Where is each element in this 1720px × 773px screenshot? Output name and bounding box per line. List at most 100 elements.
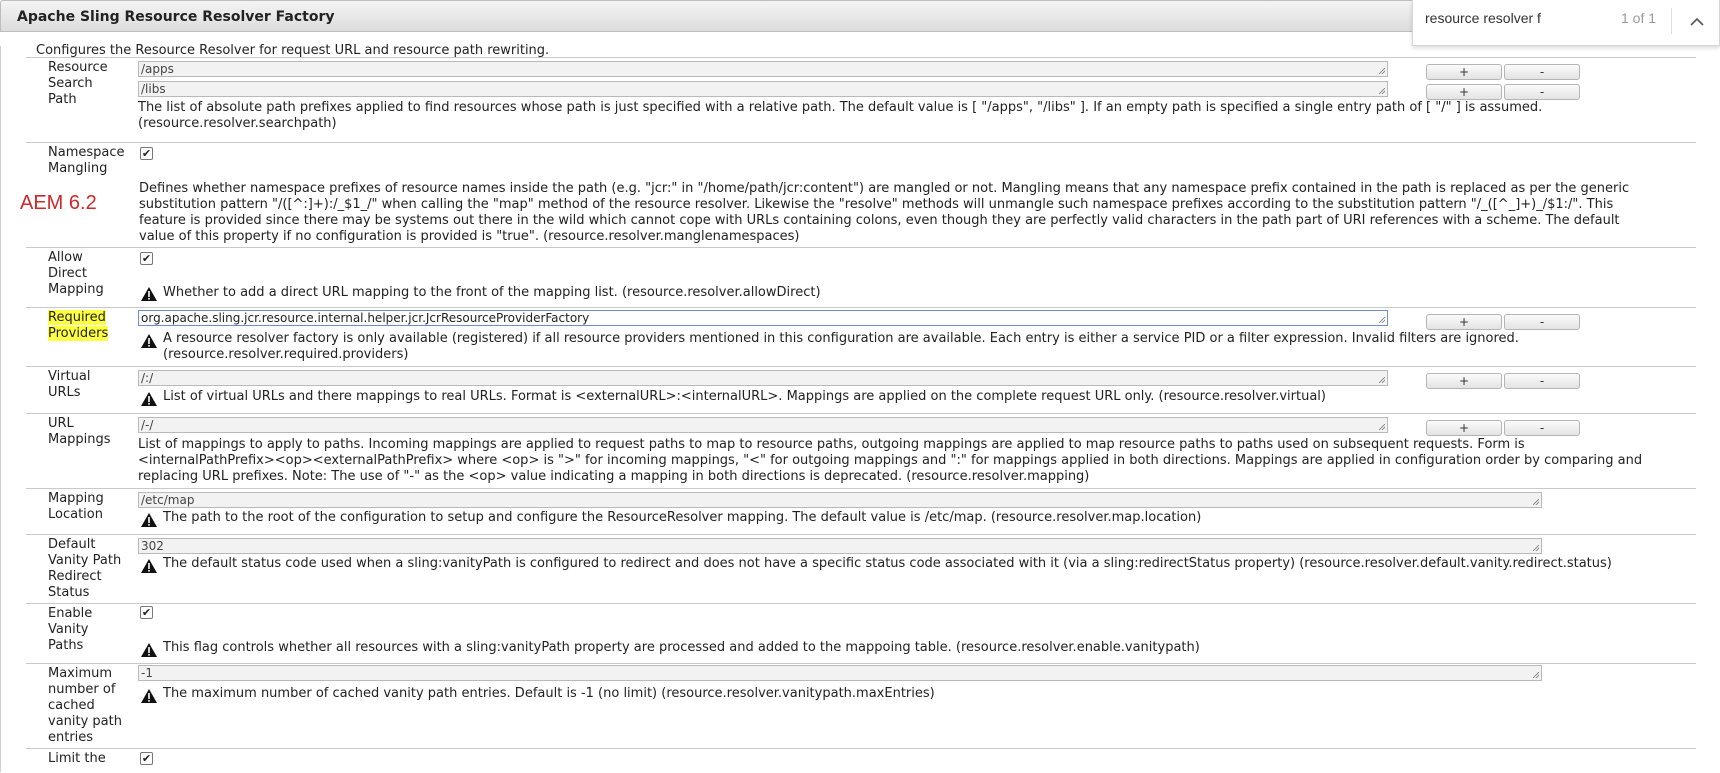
label-line: Maximum (48, 666, 113, 681)
label-line: cached (48, 698, 95, 713)
label-line: Mapping (48, 491, 104, 506)
panel-titlebar[interactable]: Apache Sling Resource Resolver Factory (0, 0, 1426, 32)
label-line: Mangling (48, 161, 108, 176)
row-vanity-redirect-status: Default Vanity Path Redirect Status 302 … (26, 534, 1696, 602)
label-line: Required (48, 310, 106, 325)
add-button[interactable]: + (1426, 84, 1502, 100)
label-mapping-location: Mapping Location (48, 491, 134, 523)
panel-left-border (0, 46, 1, 772)
max-vanity-field[interactable]: -1 (138, 665, 1542, 681)
row-allow-direct-mapping: Allow Direct Mapping ✔ Whether to add a … (26, 247, 1696, 304)
label-line: Vanity (48, 622, 89, 637)
label-line: Virtual (48, 369, 91, 384)
help-line: value of this property if no configurati… (139, 229, 800, 244)
label-line: Path (48, 92, 77, 107)
add-button[interactable]: + (1426, 373, 1502, 389)
help-required-providers: A resource resolver factory is only avai… (163, 331, 1693, 363)
remove-button[interactable]: - (1504, 373, 1580, 389)
find-input[interactable]: resource resolver f (1425, 10, 1541, 26)
warning-icon (140, 391, 158, 407)
help-line: feature is provided since there may be s… (139, 213, 1620, 228)
enable-vanity-checkbox[interactable]: ✔ (140, 606, 153, 619)
remove-button[interactable]: - (1504, 420, 1580, 436)
required-providers-field[interactable]: org.apache.sling.jcr.resource.internal.h… (138, 310, 1388, 326)
warning-icon (140, 688, 158, 704)
label-line: Mapping (48, 282, 104, 297)
help-line: (resource.resolver.searchpath) (138, 116, 337, 131)
help-virtual-urls: List of virtual URLs and there mappings … (163, 389, 1326, 404)
row-virtual-urls: Virtual URLs /:/ + - List of virtual URL… (26, 366, 1696, 411)
label-enable-vanity-paths: Enable Vanity Paths (48, 606, 134, 654)
help-search-path: The list of absolute path prefixes appli… (138, 100, 1688, 132)
remove-button[interactable]: - (1504, 314, 1580, 330)
help-line: <internalPathPrefix><op><externalPathPre… (138, 453, 1643, 468)
limit-checkbox[interactable]: ✔ (140, 752, 153, 765)
url-mappings-field[interactable]: /-/ (138, 417, 1388, 433)
help-line: (resource.resolver.required.providers) (163, 347, 409, 362)
label-line: Providers (48, 326, 109, 341)
label-line: Namespace (48, 145, 125, 160)
add-button[interactable]: + (1426, 64, 1502, 80)
mapping-location-field[interactable]: /etc/map (138, 492, 1542, 508)
label-line: Status (48, 585, 90, 600)
help-line: Defines whether namespace prefixes of re… (139, 181, 1630, 196)
row-namespace-mangling: Namespace Mangling ✔ Defines whether nam… (26, 142, 1696, 245)
help-vanity-redirect: The default status code used when a slin… (163, 556, 1612, 571)
panel-description: Configures the Resource Resolver for req… (36, 43, 550, 58)
warning-icon (140, 333, 158, 349)
panel-title: Apache Sling Resource Resolver Factory (17, 9, 335, 25)
label-limit: Limit the (48, 751, 134, 767)
label-resource-search-path: Resource Search Path (48, 60, 134, 108)
label-line: URL (48, 416, 74, 431)
label-url-mappings: URL Mappings (48, 416, 134, 448)
label-line: Resource (48, 60, 108, 75)
help-line: substitution pattern "/([^:]+):/_$1_/" w… (139, 197, 1614, 212)
virtual-urls-field[interactable]: /:/ (138, 370, 1388, 386)
label-line: Limit the (48, 751, 106, 766)
help-line: A resource resolver factory is only avai… (163, 331, 1519, 346)
help-url-mappings: List of mappings to apply to paths. Inco… (138, 437, 1708, 485)
help-mapping-location: The path to the root of the configuratio… (163, 510, 1202, 525)
label-line: Location (48, 507, 103, 522)
label-max-vanity-entries: Maximum number of cached vanity path ent… (48, 666, 134, 746)
help-line: replacing URL prefixes. Note: The use of… (138, 469, 1090, 484)
label-line: Allow (48, 250, 83, 265)
warning-icon (140, 286, 158, 302)
label-namespace-mangling: Namespace Mangling (48, 145, 134, 177)
vanity-redirect-field[interactable]: 302 (138, 538, 1542, 554)
row-limit: Limit the ✔ (26, 748, 1696, 773)
namespace-mangling-checkbox[interactable]: ✔ (140, 147, 153, 160)
label-required-providers: Required Providers (48, 310, 134, 342)
help-allow-direct: Whether to add a direct URL mapping to t… (163, 285, 821, 300)
find-divider (1671, 8, 1672, 34)
help-line: The list of absolute path prefixes appli… (138, 100, 1543, 115)
help-namespace-mangling: Defines whether namespace prefixes of re… (139, 181, 1709, 245)
remove-button[interactable]: - (1504, 84, 1580, 100)
label-line: vanity path (48, 714, 122, 729)
label-line: entries (48, 730, 94, 745)
help-line: List of mappings to apply to paths. Inco… (138, 437, 1525, 452)
add-button[interactable]: + (1426, 420, 1502, 436)
help-enable-vanity: This flag controls whether all resources… (163, 640, 1200, 655)
label-vanity-redirect-status: Default Vanity Path Redirect Status (48, 537, 134, 601)
allow-direct-checkbox[interactable]: ✔ (140, 252, 153, 265)
label-line: Default (48, 537, 96, 552)
label-line: Search (48, 76, 93, 91)
warning-icon (140, 558, 158, 574)
find-bar: resource resolver f 1 of 1 (1412, 0, 1720, 46)
search-path-field-2[interactable]: /libs (138, 81, 1388, 97)
label-line: Paths (48, 638, 84, 653)
label-line: Mappings (48, 432, 111, 447)
warning-icon (140, 512, 158, 528)
label-virtual-urls: Virtual URLs (48, 369, 134, 401)
row-url-mappings: URL Mappings /-/ + - List of mappings to… (26, 413, 1696, 486)
label-line: Redirect (48, 569, 102, 584)
label-line: number of (48, 682, 116, 697)
search-path-field-1[interactable]: /apps (138, 61, 1388, 77)
chevron-up-icon[interactable] (1685, 6, 1709, 36)
find-match-count: 1 of 1 (1621, 10, 1657, 26)
add-button[interactable]: + (1426, 314, 1502, 330)
warning-icon (140, 642, 158, 658)
remove-button[interactable]: - (1504, 64, 1580, 80)
row-max-vanity-entries: Maximum number of cached vanity path ent… (26, 663, 1696, 748)
